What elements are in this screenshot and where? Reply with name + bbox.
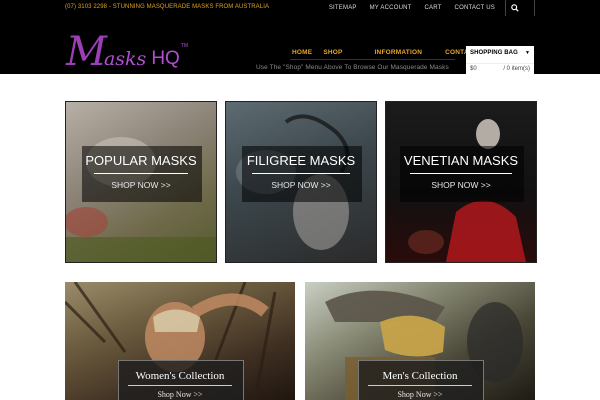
- shop-now-link[interactable]: SHOP NOW >>: [66, 180, 216, 190]
- shop-now-link[interactable]: Shop Now >>: [305, 390, 535, 399]
- tile-filigree-masks[interactable]: FILIGREE MASKS SHOP NOW >>: [225, 101, 377, 263]
- tile-divider: [128, 385, 232, 386]
- tile-womens-collection[interactable]: Women's Collection Shop Now >>: [65, 282, 295, 400]
- nav-underline: [290, 59, 455, 60]
- divider: [534, 0, 535, 16]
- shopping-bag-title: SHOPPING BAG: [470, 49, 518, 56]
- tile-mens-collection[interactable]: Men's Collection Shop Now >>: [305, 282, 535, 400]
- logo-hq: HQ: [151, 48, 180, 69]
- shop-now-link[interactable]: Shop Now >>: [65, 390, 295, 399]
- sitemap-link[interactable]: SITEMAP: [329, 5, 357, 11]
- shop-now-link[interactable]: SHOP NOW >>: [226, 180, 376, 190]
- main-nav: HOME SHOP INFORMATION CONTACT US: [290, 49, 489, 60]
- shopping-bag[interactable]: SHOPPING BAG ▼ $0 / 0 item(s): [466, 46, 534, 75]
- bag-total: $0: [470, 66, 477, 72]
- tile-title: Men's Collection: [382, 370, 458, 382]
- nav-hint: Use The "Shop" Menu Above To Browse Our …: [256, 64, 449, 71]
- top-bar: (07) 3103 2298 - STUNNING MASQUERADE MAS…: [0, 0, 600, 16]
- logo[interactable]: M asks HQ TM: [66, 29, 189, 75]
- tile-divider: [252, 173, 350, 174]
- nav-information[interactable]: INFORMATION: [375, 49, 423, 56]
- tile-title: POPULAR MASKS: [85, 153, 197, 168]
- tile-title: VENETIAN MASKS: [403, 153, 519, 168]
- search-icon[interactable]: [506, 0, 524, 16]
- logo-asks: asks: [103, 48, 147, 70]
- nav-home[interactable]: HOME: [292, 49, 312, 56]
- tile-divider: [94, 173, 188, 174]
- nav-shop[interactable]: SHOP: [323, 49, 342, 56]
- tile-divider: [368, 385, 472, 386]
- tile-title: FILIGREE MASKS: [246, 153, 356, 168]
- logo-m: M: [66, 29, 107, 75]
- cart-link[interactable]: CART: [425, 5, 442, 11]
- shopping-bag-summary: $0 / 0 item(s): [466, 63, 534, 72]
- tile-popular-masks[interactable]: POPULAR MASKS SHOP NOW >>: [65, 101, 217, 263]
- shop-now-link[interactable]: SHOP NOW >>: [386, 180, 536, 190]
- tile-title: Women's Collection: [135, 370, 225, 382]
- phone-tagline: (07) 3103 2298 - STUNNING MASQUERADE MAS…: [65, 4, 270, 10]
- tile-venetian-masks[interactable]: VENETIAN MASKS SHOP NOW >>: [385, 101, 537, 263]
- tile-divider: [410, 173, 512, 174]
- my-account-link[interactable]: MY ACCOUNT: [370, 5, 412, 11]
- bag-count: / 0 item(s): [503, 66, 530, 72]
- chevron-down-icon: ▼: [525, 50, 530, 56]
- contact-us-top-link[interactable]: CONTACT US: [455, 5, 495, 11]
- top-nav: SITEMAP MY ACCOUNT CART CONTACT US: [316, 0, 535, 16]
- shopping-bag-header[interactable]: SHOPPING BAG ▼: [466, 46, 534, 59]
- logo-tm: TM: [180, 43, 189, 49]
- site-header: M asks HQ TM HOME SHOP INFORMATION CONTA…: [0, 16, 600, 75]
